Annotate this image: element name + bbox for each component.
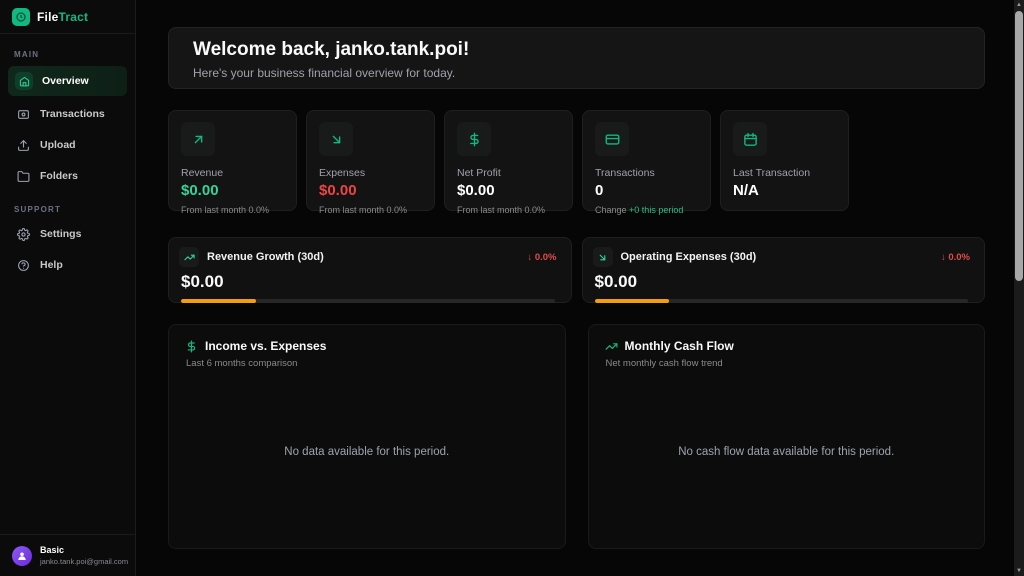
empty-state-text: No data available for this period. xyxy=(185,369,549,534)
dollar-icon xyxy=(457,122,491,156)
chart-subtitle: Last 6 months comparison xyxy=(186,358,549,369)
home-icon xyxy=(15,72,33,90)
nav-section-main: MAIN xyxy=(14,50,121,59)
stat-label: Net Profit xyxy=(457,167,560,179)
user-plan: Basic xyxy=(40,545,128,555)
sidebar-item-label: Folders xyxy=(40,170,78,182)
scroll-down-icon[interactable]: ▼ xyxy=(1014,566,1024,576)
user-info: Basic janko.tank.poi@gmail.com xyxy=(40,545,128,566)
nav-section-support: SUPPORT xyxy=(14,205,121,214)
brand-name: FileTract xyxy=(37,10,88,24)
sidebar-item-upload[interactable]: Upload xyxy=(8,132,127,158)
user-profile[interactable]: Basic janko.tank.poi@gmail.com xyxy=(0,534,135,576)
stat-card-net-profit: Net Profit $0.00 From last month 0.0% xyxy=(444,110,573,211)
delta-badge: ↓ 0.0% xyxy=(527,252,556,263)
stat-label: Transactions xyxy=(595,167,698,179)
sidebar-item-help[interactable]: Help xyxy=(8,252,127,278)
arrow-up-right-icon xyxy=(181,122,215,156)
stat-label: Last Transaction xyxy=(733,167,836,179)
gear-icon xyxy=(15,226,31,242)
chart-subtitle: Net monthly cash flow trend xyxy=(606,358,969,369)
progress-fill xyxy=(595,299,670,303)
progress-fill xyxy=(181,299,256,303)
stat-value: 0 xyxy=(595,182,698,199)
user-email: janko.tank.poi@gmail.com xyxy=(40,557,128,566)
stat-label: Revenue xyxy=(181,167,284,179)
arrow-down-right-icon xyxy=(319,122,353,156)
stat-value: $0.00 xyxy=(319,182,422,199)
trending-up-icon xyxy=(179,247,199,267)
stat-card-expenses: Expenses $0.00 From last month 0.0% xyxy=(306,110,435,211)
chart-title: Income vs. Expenses xyxy=(205,339,326,353)
vertical-scrollbar[interactable]: ▲ ▼ xyxy=(1014,0,1024,576)
stat-subtext: From last month 0.0% xyxy=(319,205,422,215)
income-vs-expenses-chart: Income vs. Expenses Last 6 months compar… xyxy=(168,324,566,549)
trending-up-icon xyxy=(605,340,618,353)
progress-bar xyxy=(595,299,969,303)
stats-row: Revenue $0.00 From last month 0.0% Expen… xyxy=(168,110,985,211)
sidebar-item-label: Overview xyxy=(42,75,89,87)
sidebar-item-overview[interactable]: Overview xyxy=(8,66,127,96)
charts-row: Income vs. Expenses Last 6 months compar… xyxy=(168,324,985,549)
credit-card-icon xyxy=(595,122,629,156)
operating-expenses-card: Operating Expenses (30d) ↓ 0.0% $0.00 xyxy=(582,237,986,303)
sidebar-item-settings[interactable]: Settings xyxy=(8,221,127,247)
sidebar: FileTract MAIN Overview Transactions Upl… xyxy=(0,0,136,576)
stat-subtext: From last month 0.0% xyxy=(457,205,560,215)
progress-row: Revenue Growth (30d) ↓ 0.0% $0.00 Operat… xyxy=(168,237,985,303)
calendar-icon xyxy=(733,122,767,156)
stat-subtext: From last month 0.0% xyxy=(181,205,284,215)
help-circle-icon xyxy=(15,257,31,273)
sidebar-nav: MAIN Overview Transactions Upload Folder… xyxy=(0,34,135,283)
stat-label: Expenses xyxy=(319,167,422,179)
sidebar-item-folders[interactable]: Folders xyxy=(8,163,127,189)
scroll-up-icon[interactable]: ▲ xyxy=(1014,0,1024,10)
card-title: Revenue Growth (30d) xyxy=(207,251,324,263)
stat-card-revenue: Revenue $0.00 From last month 0.0% xyxy=(168,110,297,211)
stat-value: N/A xyxy=(733,182,836,199)
card-value: $0.00 xyxy=(181,272,557,292)
stat-value: $0.00 xyxy=(181,182,284,199)
sidebar-item-transactions[interactable]: Transactions xyxy=(8,101,127,127)
page-title: Welcome back, janko.tank.poi! xyxy=(193,39,960,61)
banknote-icon xyxy=(15,106,31,122)
sidebar-item-label: Settings xyxy=(40,228,81,240)
stat-card-transactions: Transactions 0 Change +0 this period xyxy=(582,110,711,211)
arrow-down-right-icon xyxy=(593,247,613,267)
stat-card-last-transaction: Last Transaction N/A xyxy=(720,110,849,211)
sidebar-item-label: Transactions xyxy=(40,108,105,120)
brand-icon xyxy=(12,8,30,26)
folder-icon xyxy=(15,168,31,184)
card-value: $0.00 xyxy=(595,272,971,292)
main-content: Welcome back, janko.tank.poi! Here's you… xyxy=(136,0,1014,576)
delta-badge: ↓ 0.0% xyxy=(941,252,970,263)
app-logo[interactable]: FileTract xyxy=(0,0,135,34)
revenue-growth-card: Revenue Growth (30d) ↓ 0.0% $0.00 xyxy=(168,237,572,303)
welcome-card: Welcome back, janko.tank.poi! Here's you… xyxy=(168,27,985,89)
scrollbar-thumb[interactable] xyxy=(1015,11,1023,281)
stat-value: $0.00 xyxy=(457,182,560,199)
avatar xyxy=(12,546,32,566)
monthly-cash-flow-chart: Monthly Cash Flow Net monthly cash flow … xyxy=(588,324,986,549)
stat-subtext: Change +0 this period xyxy=(595,205,698,215)
card-title: Operating Expenses (30d) xyxy=(621,251,757,263)
page-subtitle: Here's your business financial overview … xyxy=(193,66,960,80)
sidebar-item-label: Upload xyxy=(40,139,76,151)
progress-bar xyxy=(181,299,555,303)
upload-icon xyxy=(15,137,31,153)
chart-title: Monthly Cash Flow xyxy=(625,339,734,353)
empty-state-text: No cash flow data available for this per… xyxy=(605,369,969,534)
sidebar-item-label: Help xyxy=(40,259,63,271)
dollar-icon xyxy=(185,340,198,353)
